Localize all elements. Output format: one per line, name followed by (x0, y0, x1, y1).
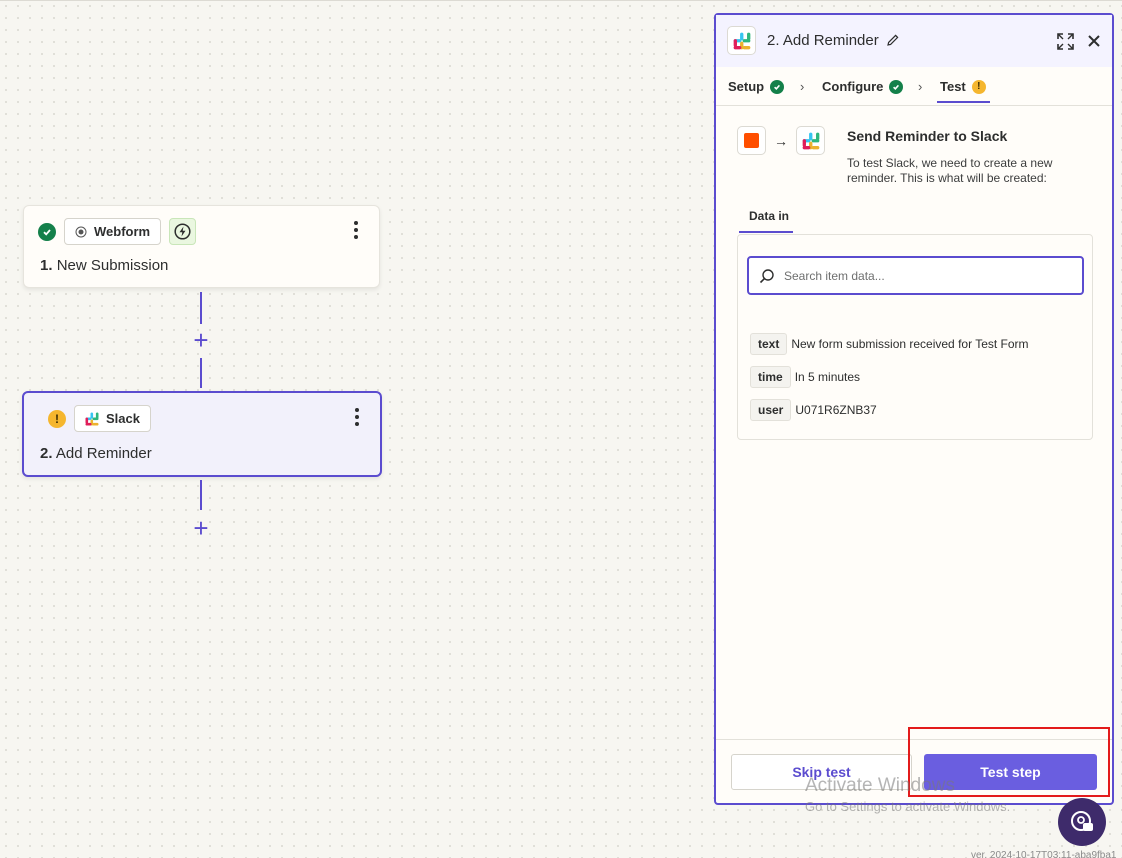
field-value: U071R6ZNB37 (795, 403, 877, 417)
add-step-button[interactable]: + (191, 327, 211, 353)
warning-icon: ! (48, 409, 66, 428)
success-check-icon (38, 222, 56, 241)
arrow-right-icon: → (774, 132, 788, 149)
slack-icon (727, 26, 756, 55)
chevron-right-icon: › (918, 79, 923, 94)
tab-configure[interactable]: Configure (822, 79, 904, 94)
expand-icon[interactable] (1057, 33, 1074, 50)
top-divider (0, 0, 1122, 1)
support-chat-icon (1071, 811, 1093, 831)
field-value: New form submission received for Test Fo… (791, 337, 1029, 351)
connector-line (200, 358, 202, 388)
step-title: 1. New Submission (40, 257, 169, 274)
trigger-bolt-icon (169, 218, 197, 245)
webform-app-icon (737, 126, 766, 155)
action-flow: → (737, 126, 825, 155)
data-in-box: text New form submission received for Te… (737, 234, 1093, 440)
active-tab-indicator (937, 101, 990, 103)
search-field (747, 256, 1084, 295)
more-options-icon[interactable] (353, 221, 359, 239)
step-card-add-reminder[interactable]: ! Slack 2. Add Reminder (22, 391, 382, 477)
windows-activation-watermark: Activate Windows (805, 775, 955, 796)
step-header: Webform (38, 218, 197, 245)
step-tabs: Setup › Configure › Test ! (716, 67, 1112, 106)
app-label: Webform (94, 224, 151, 239)
field-key: text (750, 333, 788, 355)
success-check-icon (770, 79, 785, 94)
app-chip-webform: Webform (64, 218, 162, 245)
active-tab-indicator (739, 231, 793, 233)
field-value: In 5 minutes (794, 370, 861, 384)
add-step-button[interactable]: + (191, 515, 211, 541)
field-key: user (750, 399, 792, 421)
windows-activation-subtext: Go to Settings to activate Windows. (805, 799, 1011, 814)
panel-title: 2. Add Reminder (767, 32, 879, 49)
data-field-row: time In 5 minutes (750, 366, 860, 388)
data-field-row: user U071R6ZNB37 (750, 399, 877, 421)
search-input[interactable] (784, 266, 1074, 286)
version-label: ver. 2024-10-17T03:11-aba9fba1 (971, 850, 1117, 858)
step-header: ! Slack (38, 405, 151, 432)
step-title: 2. Add Reminder (40, 445, 152, 462)
success-check-icon (889, 79, 904, 94)
action-title: Send Reminder to Slack (847, 128, 1008, 144)
panel-header: 2. Add Reminder (716, 15, 1112, 67)
webform-icon (75, 226, 87, 237)
data-field-row: text New form submission received for Te… (750, 333, 1029, 355)
step-card-new-submission[interactable]: Webform 1. New Submission (23, 205, 380, 288)
field-key: time (750, 366, 791, 388)
step-editor-panel: 2. Add Reminder Setup › Configure › Test… (714, 13, 1114, 805)
help-chat-button[interactable] (1058, 798, 1106, 846)
search-icon (759, 269, 774, 284)
more-options-icon[interactable] (354, 408, 360, 426)
close-icon[interactable] (1086, 33, 1102, 49)
action-description: To test Slack, we need to create a new r… (847, 156, 1053, 185)
warning-icon: ! (971, 79, 986, 94)
slack-icon (796, 126, 825, 155)
app-chip-slack: Slack (74, 405, 151, 432)
tab-data-in[interactable]: Data in (749, 209, 789, 223)
tab-setup[interactable]: Setup (728, 79, 785, 94)
edit-pencil-icon[interactable] (886, 33, 900, 47)
connector-line (200, 292, 202, 324)
app-label: Slack (106, 411, 140, 426)
chevron-right-icon: › (800, 79, 805, 94)
slack-icon (85, 412, 99, 425)
tab-test[interactable]: Test ! (940, 79, 986, 94)
connector-line (200, 480, 202, 510)
